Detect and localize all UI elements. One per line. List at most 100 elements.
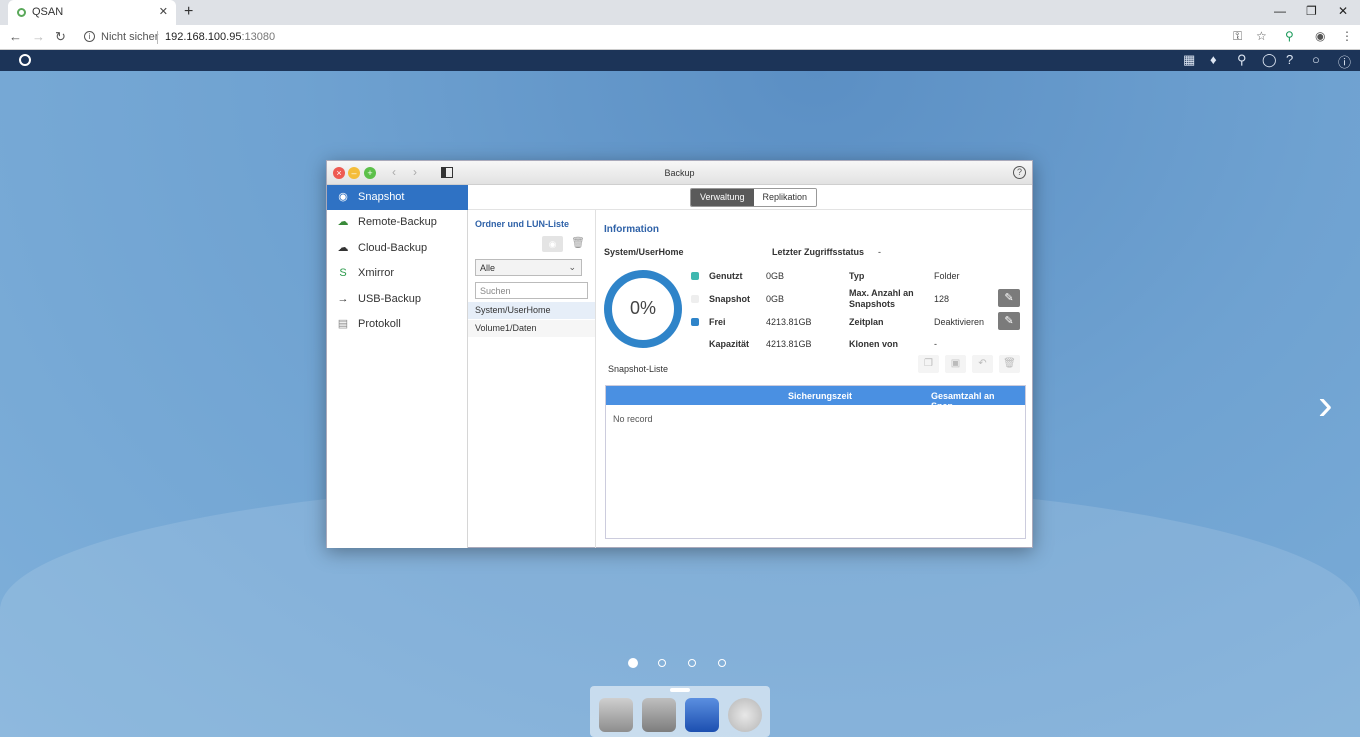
- trash-icon[interactable]: 🗑: [571, 236, 585, 249]
- folder-list-pane: Ordner und LUN-Liste ◉ 🗑 Alle ⌄ System/U…: [468, 210, 596, 548]
- snapshot-table: Sicherungszeit Gesamtzahl an Snap... No …: [605, 385, 1026, 539]
- used-value: 0GB: [766, 271, 785, 281]
- key-icon[interactable]: ⚿: [1233, 29, 1242, 44]
- url-host: 192.168.100.95: [165, 31, 242, 43]
- reload-icon[interactable]: ↻: [55, 29, 66, 45]
- backup-app-icon[interactable]: [685, 698, 719, 732]
- empty-message: No record: [613, 414, 653, 424]
- minimize-window-icon[interactable]: —: [1274, 4, 1286, 18]
- column-header-time[interactable]: Sicherungszeit: [788, 391, 852, 401]
- free-legend-swatch: [691, 318, 699, 326]
- lock-icon[interactable]: ▣: [945, 355, 966, 373]
- control-panel-icon[interactable]: [599, 698, 633, 732]
- filter-select-value: Alle: [480, 263, 496, 273]
- sidebar-item-label: Xmirror: [358, 267, 395, 279]
- backup-window: × – + ‹ › Backup ? ◉ Snapshot ☁ Remote-B…: [326, 160, 1033, 548]
- info-icon[interactable]: i: [84, 31, 95, 42]
- schedule-label: Zeitplan: [849, 317, 884, 327]
- clone-value: -: [934, 339, 937, 349]
- sidebar-item-label: Remote-Backup: [358, 216, 437, 228]
- sidebar: ◉ Snapshot ☁ Remote-Backup ☁ Cloud-Backu…: [327, 185, 468, 548]
- schedule-value: Deaktivieren: [934, 317, 985, 327]
- list-item[interactable]: Volume1/Daten: [468, 320, 595, 337]
- edit-schedule-button[interactable]: ✎: [998, 312, 1020, 330]
- snapshot-label: Snapshot: [709, 294, 751, 304]
- list-item[interactable]: System/UserHome: [468, 302, 595, 319]
- tab-close-icon[interactable]: ✕: [159, 5, 168, 18]
- info-path: System/UserHome: [604, 247, 684, 257]
- window-title-bar[interactable]: × – + ‹ › Backup ?: [327, 161, 1032, 185]
- info-pane: Information System/UserHome Letzter Zugr…: [597, 210, 1032, 548]
- dock-handle[interactable]: [670, 688, 690, 692]
- page-dot-3[interactable]: [688, 659, 696, 667]
- sidebar-item-usb-backup[interactable]: → USB-Backup: [327, 287, 468, 312]
- qsan-logo-icon[interactable]: [19, 54, 31, 66]
- window-help-button[interactable]: ?: [1013, 166, 1026, 179]
- usb-icon: →: [337, 293, 349, 305]
- page-dot-2[interactable]: [658, 659, 666, 667]
- bell-icon[interactable]: ♦: [1210, 52, 1217, 67]
- info-title: Information: [604, 224, 659, 235]
- menu-icon[interactable]: ⋮: [1341, 29, 1353, 43]
- snapshot-legend-swatch: [691, 295, 699, 303]
- next-page-arrow-icon[interactable]: ›: [1318, 380, 1333, 430]
- extension-icon[interactable]: ⚲: [1285, 29, 1294, 43]
- help-icon[interactable]: ?: [1286, 52, 1293, 67]
- folder-list-title: Ordner und LUN-Liste: [475, 219, 569, 229]
- globe-icon[interactable]: ○: [1312, 52, 1320, 67]
- address-separator: [157, 31, 158, 44]
- max-snapshots-value: 128: [934, 294, 950, 304]
- profile-icon[interactable]: ◉: [1315, 29, 1325, 43]
- used-label: Genutzt: [709, 271, 743, 281]
- type-label: Typ: [849, 271, 865, 281]
- info-circle-icon[interactable]: ⓘ: [1338, 52, 1351, 71]
- camera-icon: ◉: [338, 191, 348, 203]
- tab-replikation[interactable]: Replikation: [753, 189, 817, 206]
- log-icon: ▤: [337, 318, 349, 330]
- app-center-icon[interactable]: [642, 698, 676, 732]
- column-header-total[interactable]: Gesamtzahl an Snap...: [931, 391, 1025, 411]
- tab-title: QSAN: [32, 6, 64, 18]
- star-icon[interactable]: ☆: [1256, 29, 1267, 43]
- sidebar-item-cloud-backup[interactable]: ☁ Cloud-Backup: [327, 236, 468, 261]
- address-bar: ← → ↻ i Nicht sicher 192.168.100.95:1308…: [0, 25, 1360, 50]
- snapshot-list-title: Snapshot-Liste: [608, 364, 669, 374]
- sidebar-item-xmirror[interactable]: S Xmirror: [327, 261, 468, 286]
- last-access-label: Letzter Zugriffsstatus: [772, 247, 865, 257]
- filter-select[interactable]: Alle ⌄: [475, 259, 582, 276]
- sidebar-item-label: USB-Backup: [358, 293, 421, 305]
- cloud-icon: ☁: [337, 242, 349, 254]
- page-dot-4[interactable]: [718, 659, 726, 667]
- sidebar-item-label: Cloud-Backup: [358, 242, 428, 254]
- sidebar-item-label: Snapshot: [358, 191, 405, 203]
- close-window-icon[interactable]: ✕: [1338, 4, 1348, 18]
- delete-icon[interactable]: 🗑: [999, 355, 1020, 373]
- xmirror-icon: S: [339, 267, 347, 279]
- tab-verwaltung[interactable]: Verwaltung: [691, 189, 754, 206]
- browser-tab[interactable]: QSAN ✕: [8, 0, 176, 25]
- snapshot-value: 0GB: [766, 294, 785, 304]
- back-icon[interactable]: ←: [9, 29, 22, 44]
- search-icon[interactable]: ⚲: [1237, 52, 1247, 68]
- search-input[interactable]: [475, 282, 588, 299]
- user-icon[interactable]: ◯: [1262, 52, 1277, 68]
- free-value: 4213.81GB: [766, 317, 812, 327]
- revert-icon[interactable]: ↶: [972, 355, 993, 373]
- sidebar-item-snapshot[interactable]: ◉ Snapshot: [327, 185, 468, 210]
- url-field[interactable]: 192.168.100.95:13080: [165, 31, 275, 43]
- remote-backup-icon: ☁: [337, 216, 349, 228]
- restore-window-icon[interactable]: ❐: [1306, 4, 1317, 18]
- edit-max-snapshots-button[interactable]: ✎: [998, 289, 1020, 307]
- take-snapshot-button[interactable]: ◉: [542, 236, 563, 252]
- sidebar-item-remote-backup[interactable]: ☁ Remote-Backup: [327, 210, 468, 235]
- capacity-label: Kapazität: [709, 339, 750, 349]
- sidebar-item-protokoll[interactable]: ▤ Protokoll: [327, 312, 468, 337]
- type-value: Folder: [934, 271, 960, 281]
- copy-icon[interactable]: ❐: [918, 355, 939, 373]
- page-dot-1[interactable]: [628, 658, 638, 668]
- new-tab-button[interactable]: +: [184, 3, 193, 21]
- forward-icon[interactable]: →: [32, 29, 45, 44]
- apps-grid-icon[interactable]: ▦: [1183, 52, 1195, 68]
- recycle-bin-icon[interactable]: [728, 698, 762, 732]
- used-legend-swatch: [691, 272, 699, 280]
